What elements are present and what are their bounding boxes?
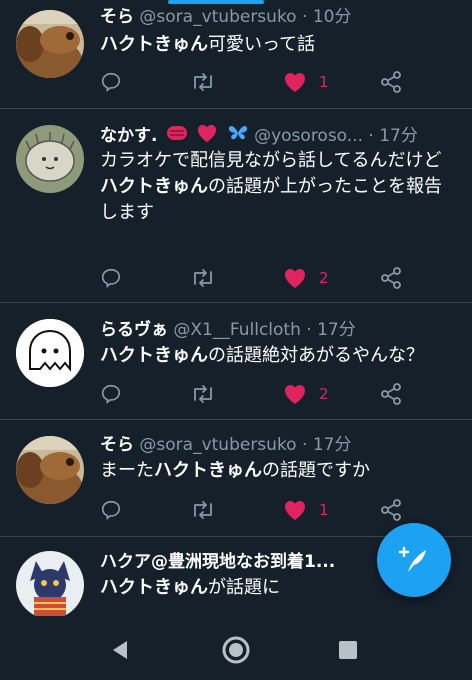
share-icon: [381, 383, 401, 405]
system-navigation-bar: [0, 616, 472, 680]
reply-icon: [101, 268, 121, 288]
tweet-actions: 1: [100, 68, 420, 96]
text-segment: ハクトきゅん: [100, 345, 208, 366]
text-segment: 可愛いって話: [208, 34, 316, 55]
retweet-button[interactable]: [190, 264, 216, 292]
avatar[interactable]: [16, 319, 84, 387]
timestamp[interactable]: 10分: [313, 7, 352, 27]
handle[interactable]: @sora_vtubersuko: [139, 7, 296, 27]
heart-icon: [285, 501, 305, 520]
recents-icon: [339, 641, 357, 659]
retweet-button[interactable]: [190, 68, 216, 96]
home-icon: [222, 636, 250, 664]
handle[interactable]: @X1__Fullcloth: [173, 320, 300, 340]
like-count: 1: [319, 73, 329, 91]
display-name[interactable]: らるヴぁ: [100, 320, 168, 340]
reply-icon: [101, 384, 121, 404]
timestamp[interactable]: 17分: [317, 320, 356, 340]
display-name[interactable]: そら: [100, 435, 134, 455]
timestamp[interactable]: 17分: [313, 435, 352, 455]
tweet[interactable]: そら @sora_vtubersuko · 10分 ハクトきゅん可愛いって話 1: [0, 0, 472, 109]
tweet[interactable]: らるヴぁ @X1__Fullcloth · 17分 ハクトきゅんの話題絶対あがる…: [0, 303, 472, 420]
compose-feather-icon: [398, 546, 426, 572]
separator-dot: ·: [302, 435, 308, 455]
share-icon: [381, 71, 401, 93]
tweet-text: カラオケで配信見ながら話してるんだけど ハクトきゅんの話題が上がったことを報告し…: [100, 148, 456, 226]
text-segment: ハクトきゅん: [100, 577, 208, 598]
heart-icon: [285, 269, 305, 288]
share-button[interactable]: [379, 68, 403, 96]
retweet-icon: [194, 269, 212, 287]
red-heart-icon: [196, 123, 218, 149]
share-button[interactable]: [379, 264, 403, 292]
compose-button[interactable]: [377, 523, 451, 597]
handle[interactable]: @yosoroso...: [254, 126, 363, 146]
retweet-icon: [194, 385, 212, 403]
tweet-actions: 2: [100, 380, 420, 408]
like-button[interactable]: 1: [283, 68, 329, 96]
retweet-button[interactable]: [190, 496, 216, 524]
timestamp[interactable]: 17分: [379, 126, 418, 146]
red-circle-icon: [166, 124, 188, 148]
text-segment: カラオケで配信見ながら話してるんだけど: [100, 150, 442, 171]
reply-button[interactable]: [100, 264, 122, 292]
reply-icon: [101, 72, 121, 92]
separator-dot: ·: [302, 7, 308, 27]
separator-dot: ·: [368, 126, 374, 146]
share-icon: [381, 499, 401, 521]
tweet[interactable]: そら @sora_vtubersuko · 17分 まーたハクトきゅんの話題です…: [0, 420, 472, 537]
tweet-text: ハクトきゅん可愛いって話: [100, 32, 456, 58]
display-name[interactable]: ハクア@豊洲現地なお到着1...: [100, 552, 335, 572]
avatar[interactable]: [16, 125, 84, 193]
blue-butterfly-icon: [227, 123, 249, 149]
recents-button[interactable]: [328, 630, 368, 670]
share-button[interactable]: [379, 496, 403, 524]
tweet-text: ハクトきゅんの話題絶対あがるやんな？: [100, 343, 456, 369]
retweet-icon: [194, 501, 212, 519]
avatar[interactable]: [16, 10, 84, 78]
text-segment: が話題に: [208, 577, 280, 598]
text-segment: ハクトきゅん: [100, 34, 208, 55]
tweet-actions: 1: [100, 496, 420, 524]
avatar[interactable]: [16, 436, 84, 504]
like-count: 1: [319, 501, 329, 519]
share-icon: [381, 267, 401, 289]
text-segment: の話題ですか: [262, 460, 370, 481]
display-name[interactable]: なかす.: [100, 126, 157, 146]
back-icon: [113, 641, 127, 659]
tweet-actions: 2: [100, 264, 420, 292]
display-name[interactable]: そら: [100, 7, 134, 27]
tweet-text: まーたハクトきゅんの話題ですか: [100, 458, 456, 484]
reply-button[interactable]: [100, 68, 122, 96]
like-count: 2: [319, 269, 329, 287]
text-segment: まーた: [100, 460, 154, 481]
text-segment: ハクトきゅん: [154, 460, 262, 481]
heart-icon: [285, 385, 305, 404]
text-segment: の話題絶対あがるやんな？: [208, 345, 424, 366]
separator-dot: ·: [306, 320, 312, 340]
tweet[interactable]: なかす. @yosoroso... · 17分 カラオケで配信見ながら話してるん…: [0, 109, 472, 303]
retweet-icon: [194, 73, 212, 91]
share-button[interactable]: [379, 380, 403, 408]
like-button[interactable]: 2: [283, 380, 329, 408]
home-button[interactable]: [216, 630, 256, 670]
back-button[interactable]: [100, 630, 140, 670]
reply-icon: [101, 500, 121, 520]
heart-icon: [285, 73, 305, 92]
retweet-button[interactable]: [190, 380, 216, 408]
like-count: 2: [319, 385, 329, 403]
text-segment: ハクトきゅん: [100, 176, 208, 197]
like-button[interactable]: 1: [283, 496, 329, 524]
reply-button[interactable]: [100, 496, 122, 524]
avatar[interactable]: [16, 551, 84, 616]
handle[interactable]: @sora_vtubersuko: [139, 435, 296, 455]
reply-button[interactable]: [100, 380, 122, 408]
like-button[interactable]: 2: [283, 264, 329, 292]
